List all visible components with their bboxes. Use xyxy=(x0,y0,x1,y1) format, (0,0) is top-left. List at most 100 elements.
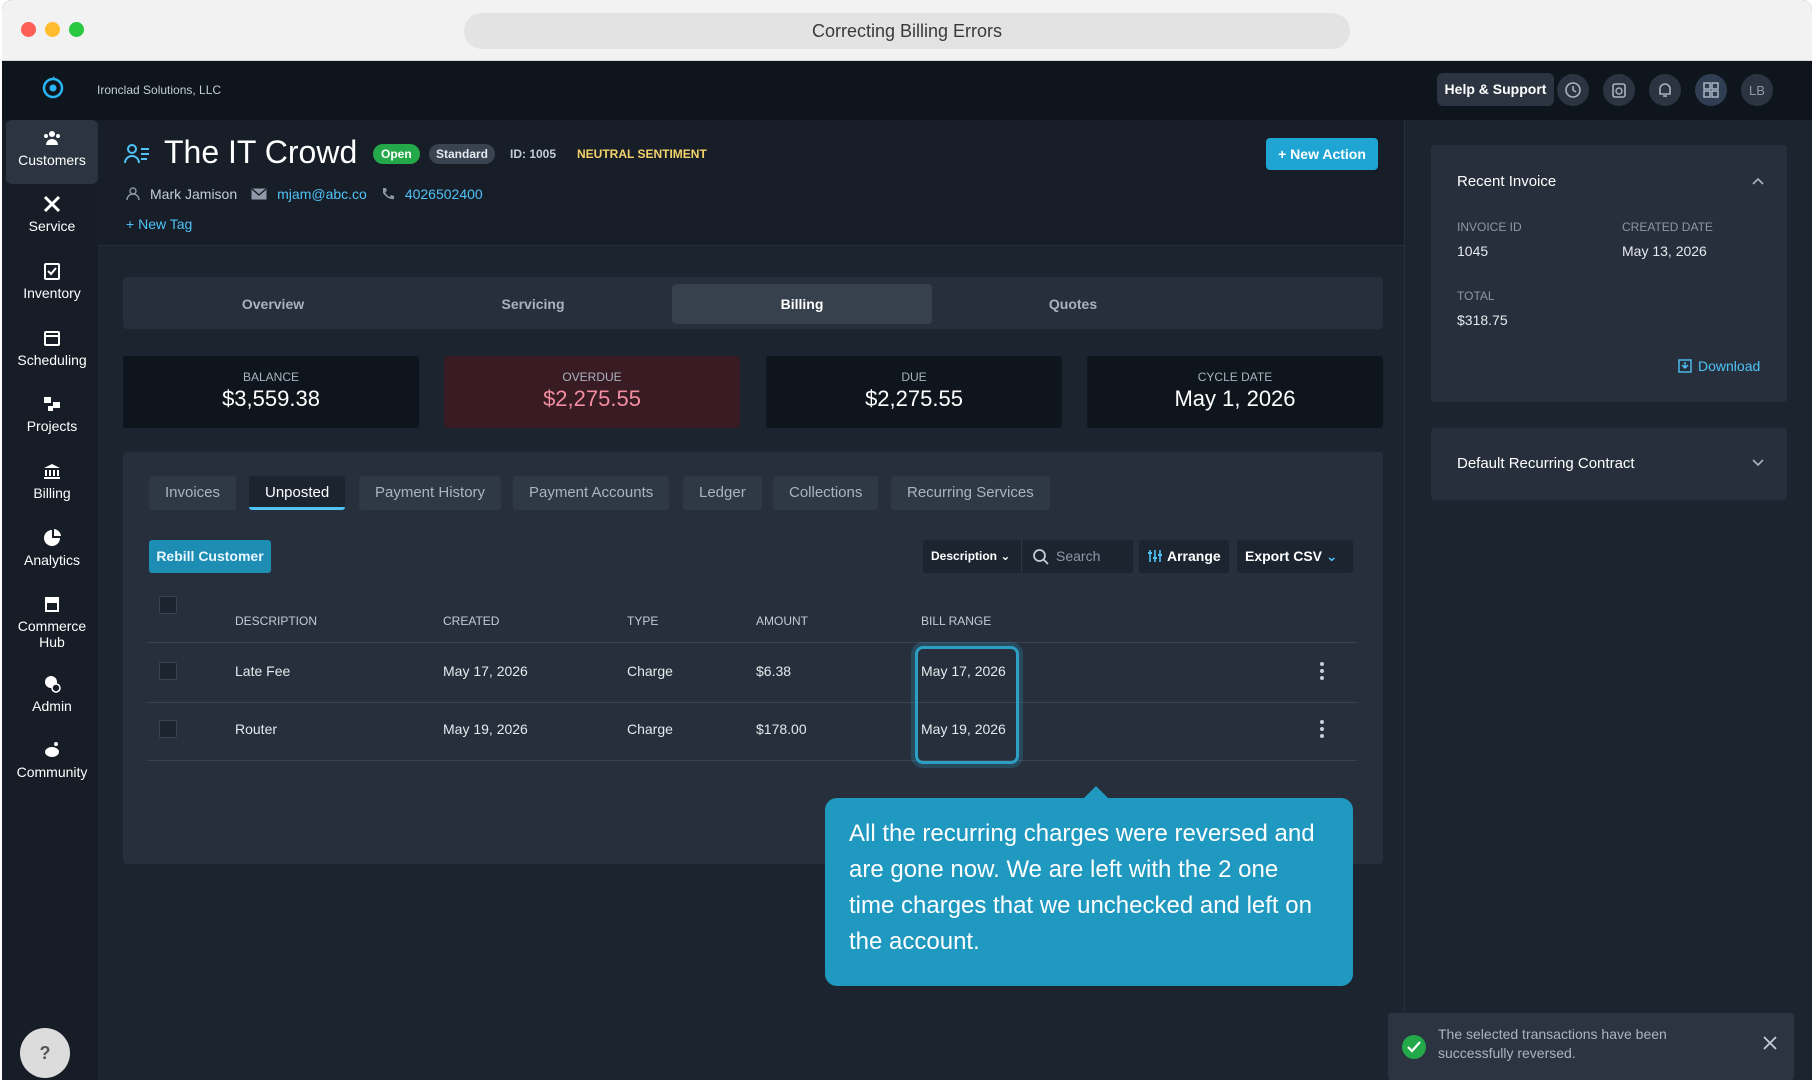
timer-icon[interactable] xyxy=(1603,74,1635,106)
pie-chart-icon xyxy=(44,529,61,546)
callout-pointer xyxy=(1084,786,1108,798)
success-toast: The selected transactions have been succ… xyxy=(1388,1013,1794,1080)
sidebar-item-label: Community xyxy=(16,764,88,780)
subtab-ledger[interactable]: Ledger xyxy=(683,476,762,510)
history-icon[interactable] xyxy=(1557,74,1589,106)
sidebar-item-label: Inventory xyxy=(23,285,81,301)
column-header-amount[interactable]: AMOUNT xyxy=(756,614,808,628)
rebill-customer-button[interactable]: Rebill Customer xyxy=(149,540,271,573)
row-menu-icon[interactable] xyxy=(1320,662,1324,683)
sidebar-item-community[interactable]: Community xyxy=(6,732,98,796)
cell-type: Charge xyxy=(627,721,673,737)
maximize-window-button[interactable] xyxy=(69,22,84,37)
sidebar-item-commerce-hub[interactable]: Commerce Hub xyxy=(6,586,98,662)
bell-icon[interactable] xyxy=(1649,74,1681,106)
tab-servicing[interactable]: Servicing xyxy=(383,284,683,324)
browser-titlebar: Correcting Billing Errors xyxy=(2,0,1812,61)
app-logo-icon[interactable] xyxy=(40,74,66,100)
sidebar-item-admin[interactable]: Admin xyxy=(6,666,98,730)
table-divider xyxy=(147,642,1357,643)
subtab-recurring-services[interactable]: Recurring Services xyxy=(891,476,1050,510)
plan-badge: Standard xyxy=(429,144,496,164)
sidebar-item-inventory[interactable]: Inventory xyxy=(6,253,98,317)
subtab-collections[interactable]: Collections xyxy=(773,476,879,510)
sidebar-item-customers[interactable]: Customers xyxy=(6,120,98,184)
row-checkbox[interactable] xyxy=(159,662,177,680)
search-input[interactable]: Search xyxy=(1021,540,1133,573)
right-panel: Recent Invoice INVOICE ID 1045 CREATED D… xyxy=(1404,120,1812,1080)
chevron-up-icon[interactable] xyxy=(1752,177,1764,185)
subtab-invoices[interactable]: Invoices xyxy=(149,476,237,510)
filter-field-select[interactable]: Description ⌄ xyxy=(923,540,1021,573)
tab-quotes[interactable]: Quotes xyxy=(923,284,1223,324)
column-header-description[interactable]: DESCRIPTION xyxy=(235,614,317,628)
plus-icon: + xyxy=(126,216,139,232)
sidebar-item-scheduling[interactable]: Scheduling xyxy=(6,320,98,384)
cell-description: Router xyxy=(235,721,278,737)
bank-icon xyxy=(44,464,60,479)
customer-profile-icon xyxy=(124,144,149,164)
select-all-checkbox[interactable] xyxy=(159,596,177,614)
new-action-button[interactable]: + New Action xyxy=(1266,138,1378,170)
new-tag-button[interactable]: + New Tag xyxy=(126,216,192,232)
sidebar-item-billing[interactable]: Billing xyxy=(6,453,98,517)
check-circle-icon xyxy=(1402,1035,1426,1059)
address-bar[interactable]: Correcting Billing Errors xyxy=(464,13,1350,49)
sidebar-item-label: Analytics xyxy=(23,552,81,568)
cell-amount: $6.38 xyxy=(756,663,792,679)
sidebar-item-service[interactable]: Service xyxy=(6,186,98,250)
created-date-label: CREATED DATE xyxy=(1622,220,1713,234)
invoice-id-value: 1045 xyxy=(1457,243,1489,259)
subtab-payment-accounts[interactable]: Payment Accounts xyxy=(513,476,670,510)
download-icon xyxy=(1678,359,1692,373)
help-button[interactable]: ? xyxy=(20,1028,70,1078)
arrange-button[interactable]: Arrange xyxy=(1139,540,1229,573)
cell-type: Charge xyxy=(627,663,673,679)
sidebar: Customers Service Inventory Scheduling P… xyxy=(2,120,98,1080)
contact-row: Mark Jamison mjam@abc.co 4026502400 xyxy=(126,186,483,202)
row-menu-icon[interactable] xyxy=(1320,720,1324,741)
subtab-payment-history[interactable]: Payment History xyxy=(359,476,502,510)
download-invoice-link[interactable]: Download xyxy=(1678,358,1760,374)
sidebar-item-analytics[interactable]: Analytics xyxy=(6,520,98,584)
tutorial-callout: All the recurring charges were reversed … xyxy=(825,798,1353,986)
help-support-button[interactable]: Help & Support xyxy=(1437,73,1554,106)
email-link[interactable]: mjam@abc.co xyxy=(277,186,367,202)
recent-invoice-title: Recent Invoice xyxy=(1457,173,1557,190)
customer-id: ID: 1005 xyxy=(510,147,557,161)
table-divider xyxy=(147,702,1357,703)
tab-billing[interactable]: Billing xyxy=(672,284,932,324)
subtab-unposted[interactable]: Unposted xyxy=(249,476,346,510)
sidebar-item-label: Service xyxy=(28,218,76,234)
close-icon[interactable] xyxy=(1762,1035,1778,1051)
calendar-icon xyxy=(44,331,60,346)
chevron-down-icon[interactable] xyxy=(1752,459,1764,467)
column-header-created[interactable]: CREATED xyxy=(443,614,499,628)
close-window-button[interactable] xyxy=(21,22,36,37)
chevron-down-icon: ⌄ xyxy=(1000,549,1011,563)
tab-overview[interactable]: Overview xyxy=(123,284,423,324)
cell-created: May 17, 2026 xyxy=(443,663,528,679)
minimize-window-button[interactable] xyxy=(45,22,60,37)
sidebar-item-label: Customers xyxy=(18,152,86,168)
sidebar-item-label: Commerce xyxy=(17,618,87,634)
sidebar-item-projects[interactable]: Projects xyxy=(6,386,98,450)
cell-amount: $178.00 xyxy=(756,721,807,737)
tools-icon xyxy=(43,195,61,213)
export-csv-button[interactable]: Export CSV ⌄ xyxy=(1237,540,1353,573)
phone-link[interactable]: 4026502400 xyxy=(405,186,483,202)
row-checkbox[interactable] xyxy=(159,720,177,738)
column-header-type[interactable]: TYPE xyxy=(627,614,658,628)
store-icon xyxy=(45,597,59,612)
bill-range-highlight xyxy=(915,646,1019,764)
user-avatar[interactable]: LB xyxy=(1741,74,1773,106)
invoice-id-label: INVOICE ID xyxy=(1457,220,1522,234)
top-nav: Ironclad Solutions, LLC Help & Support L… xyxy=(2,61,1812,120)
customer-header: The IT Crowd Open Standard ID: 1005 NEUT… xyxy=(98,120,1404,246)
stat-cycle-date: CYCLE DATE May 1, 2026 xyxy=(1087,356,1383,428)
sidebar-item-label: Projects xyxy=(26,418,78,434)
column-header-bill-range[interactable]: BILL RANGE xyxy=(921,614,991,628)
dashboard-icon[interactable] xyxy=(1695,74,1727,106)
contact-name: Mark Jamison xyxy=(150,186,238,202)
recurring-contract-card[interactable]: Default Recurring Contract xyxy=(1431,428,1787,500)
